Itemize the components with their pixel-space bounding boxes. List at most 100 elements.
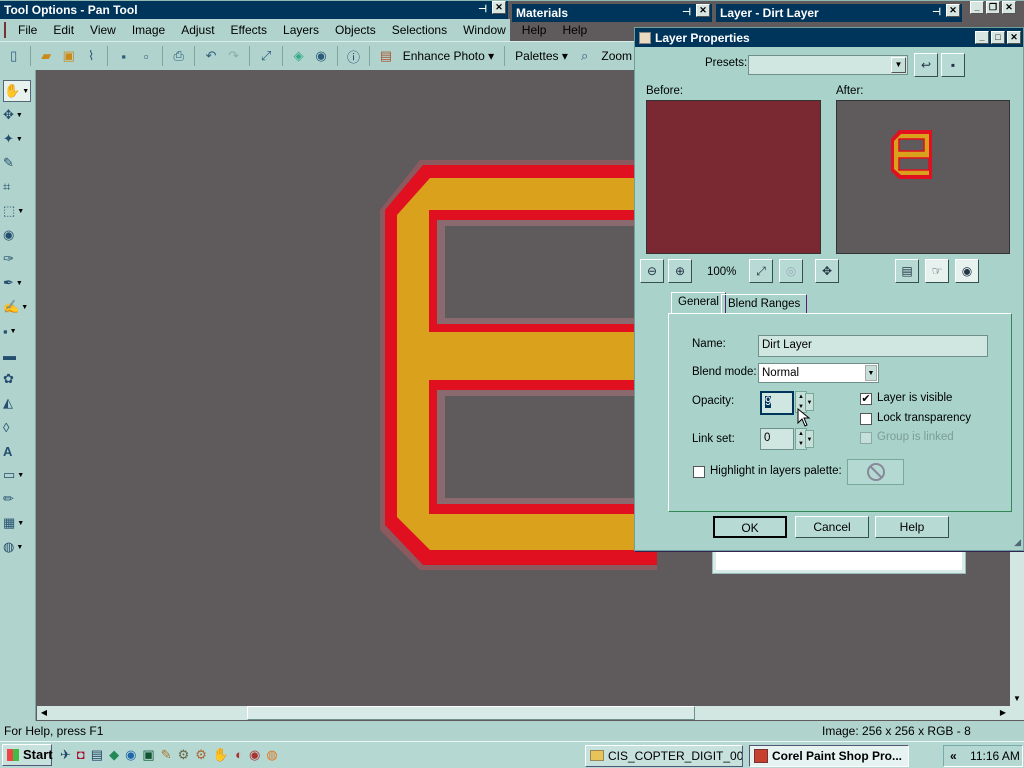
scroll-left-arrow[interactable]: ◀: [37, 706, 51, 720]
quick-launch-icon[interactable]: ✎: [161, 747, 172, 763]
picture-tube-tool[interactable]: ✿: [3, 368, 31, 390]
palettes-menu[interactable]: Palettes ▾: [511, 49, 572, 63]
resize-grip-icon[interactable]: ◢: [1014, 537, 1021, 548]
zoom-in-button[interactable]: ⊕: [668, 259, 692, 283]
zoom-label[interactable]: Zoom: [597, 49, 636, 63]
save-preset-button[interactable]: ▪: [941, 53, 965, 77]
horizontal-scrollbar[interactable]: ◀ ▶: [37, 706, 1010, 720]
auto-proof-button[interactable]: ☞: [925, 259, 949, 283]
presets-dropdown[interactable]: ▼: [748, 55, 908, 75]
tab-general[interactable]: General: [671, 292, 726, 314]
preview-toggle-button[interactable]: ◉: [955, 259, 979, 283]
resize-icon[interactable]: ⤢: [256, 46, 276, 66]
zoom-icon[interactable]: ⌕: [575, 46, 595, 66]
pan-tool[interactable]: ✋ ▼: [3, 80, 31, 102]
mesh-warp-tool[interactable]: ▦ ▼: [3, 512, 31, 534]
navigate-button[interactable]: ✥: [815, 259, 839, 283]
scroll-down-arrow[interactable]: ▼: [1010, 692, 1024, 706]
print-icon[interactable]: ⎙: [169, 46, 189, 66]
save-as-icon[interactable]: ▫: [136, 46, 156, 66]
quick-launch-icon[interactable]: ◆: [109, 747, 119, 763]
after-preview[interactable]: [836, 100, 1010, 254]
quick-launch-icon[interactable]: ⚙: [195, 747, 207, 763]
quick-launch-icon[interactable]: ◘: [77, 747, 85, 763]
clone-brush-tool[interactable]: ✒ ▼: [3, 272, 31, 294]
proof-button[interactable]: ◎: [779, 259, 803, 283]
new-file-icon[interactable]: ▯: [4, 46, 24, 66]
quick-launch-icon[interactable]: ⚙: [178, 747, 190, 763]
save-icon[interactable]: ▪: [114, 46, 134, 66]
ok-button[interactable]: OK: [713, 516, 787, 538]
quick-launch-icon[interactable]: ◐: [235, 747, 243, 763]
blend-mode-dropdown[interactable]: Normal ▼: [758, 363, 879, 383]
minimize-icon[interactable]: _: [975, 31, 989, 44]
zoom-out-button[interactable]: ⊖: [640, 259, 664, 283]
close-icon[interactable]: ✕: [1002, 1, 1016, 14]
quick-launch-icon[interactable]: ◍: [266, 747, 277, 763]
tab-blend-ranges[interactable]: Blend Ranges: [721, 294, 808, 314]
menu-image[interactable]: Image: [124, 23, 173, 37]
menu-help[interactable]: Help: [514, 23, 555, 37]
menu-adjust[interactable]: Adjust: [173, 23, 222, 37]
oil-brush-tool[interactable]: ◍ ▼: [3, 536, 31, 558]
pin-icon[interactable]: ⊣: [478, 1, 487, 19]
fit-preview-button[interactable]: ⤢: [749, 259, 773, 283]
minimize-icon[interactable]: _: [970, 1, 984, 14]
name-input[interactable]: Dirt Layer: [758, 335, 988, 357]
highlight-color-swatch[interactable]: [847, 459, 904, 485]
quick-launch-icon[interactable]: ◉: [249, 747, 260, 763]
magic-wand-tool[interactable]: ✦ ▼: [3, 128, 31, 150]
quick-launch-icon[interactable]: ◉: [125, 747, 136, 763]
taskbar-psp-button[interactable]: Corel Paint Shop Pro...: [749, 745, 909, 767]
before-preview[interactable]: [646, 100, 821, 254]
scan-icon[interactable]: ⌇: [81, 46, 101, 66]
help-button[interactable]: Help: [875, 516, 949, 538]
layer-visible-label[interactable]: Layer is visible: [877, 392, 952, 404]
cancel-button[interactable]: Cancel: [795, 516, 869, 538]
start-button[interactable]: Start: [2, 744, 53, 766]
redo-icon[interactable]: ↷: [224, 46, 244, 66]
red-eye-tool[interactable]: ◉: [3, 224, 31, 246]
crop-tool[interactable]: ⌗: [3, 176, 31, 198]
menu-objects[interactable]: Objects: [327, 23, 384, 37]
close-icon[interactable]: ✕: [696, 4, 710, 17]
rectangle-tool[interactable]: ▭ ▼: [3, 464, 31, 486]
randomize-button[interactable]: ▤: [895, 259, 919, 283]
deform-tool[interactable]: ⬚ ▼: [3, 200, 31, 222]
menu-help-2[interactable]: Help: [554, 23, 595, 37]
browse-icon[interactable]: ▣: [59, 46, 79, 66]
undo-icon[interactable]: ↶: [201, 46, 221, 66]
browser-icon[interactable]: ◈: [289, 46, 309, 66]
pin-icon[interactable]: ⊣: [932, 4, 941, 22]
restore-icon[interactable]: ❐: [986, 1, 1000, 14]
menu-file[interactable]: File: [10, 23, 45, 37]
close-icon[interactable]: ✕: [1007, 31, 1021, 44]
text-tool[interactable]: A: [3, 440, 31, 462]
color-replacer-tool[interactable]: ◊: [3, 416, 31, 438]
chevron-down-icon[interactable]: ▼: [891, 57, 906, 73]
quick-launch-icon[interactable]: ✋: [213, 747, 229, 763]
highlight-label[interactable]: Highlight in layers palette:: [710, 465, 842, 477]
tray-expand-button[interactable]: «: [950, 749, 957, 763]
lock-transparency-label[interactable]: Lock transparency: [877, 412, 971, 424]
makeover-tool[interactable]: ✑: [3, 248, 31, 270]
close-icon[interactable]: ✕: [946, 4, 960, 17]
chevron-down-icon[interactable]: ▼: [865, 365, 877, 381]
app-icon[interactable]: [4, 22, 6, 38]
eraser-tool[interactable]: ▬: [3, 344, 31, 366]
move-tool[interactable]: ✥ ▼: [3, 104, 31, 126]
enhance-photo-icon[interactable]: ▤: [376, 46, 396, 66]
taskbar-folder-button[interactable]: CIS_COPTER_DIGIT_006: [585, 745, 743, 767]
fill-tool[interactable]: ◭: [3, 392, 31, 414]
layer-visible-checkbox[interactable]: ✔: [860, 393, 872, 405]
dropper-tool[interactable]: ✎: [3, 152, 31, 174]
quick-launch-icon[interactable]: ▣: [142, 747, 154, 763]
reset-preset-button[interactable]: ↩: [914, 53, 938, 77]
menu-layers[interactable]: Layers: [275, 23, 327, 37]
enhance-photo-menu[interactable]: Enhance Photo ▾: [399, 49, 498, 63]
close-icon[interactable]: ✕: [492, 1, 506, 14]
highlight-checkbox[interactable]: [693, 466, 705, 478]
info-icon[interactable]: ⓘ: [344, 46, 364, 66]
link-set-dropdown[interactable]: ▼: [805, 430, 814, 448]
quick-launch-icon[interactable]: ✈: [60, 747, 71, 763]
